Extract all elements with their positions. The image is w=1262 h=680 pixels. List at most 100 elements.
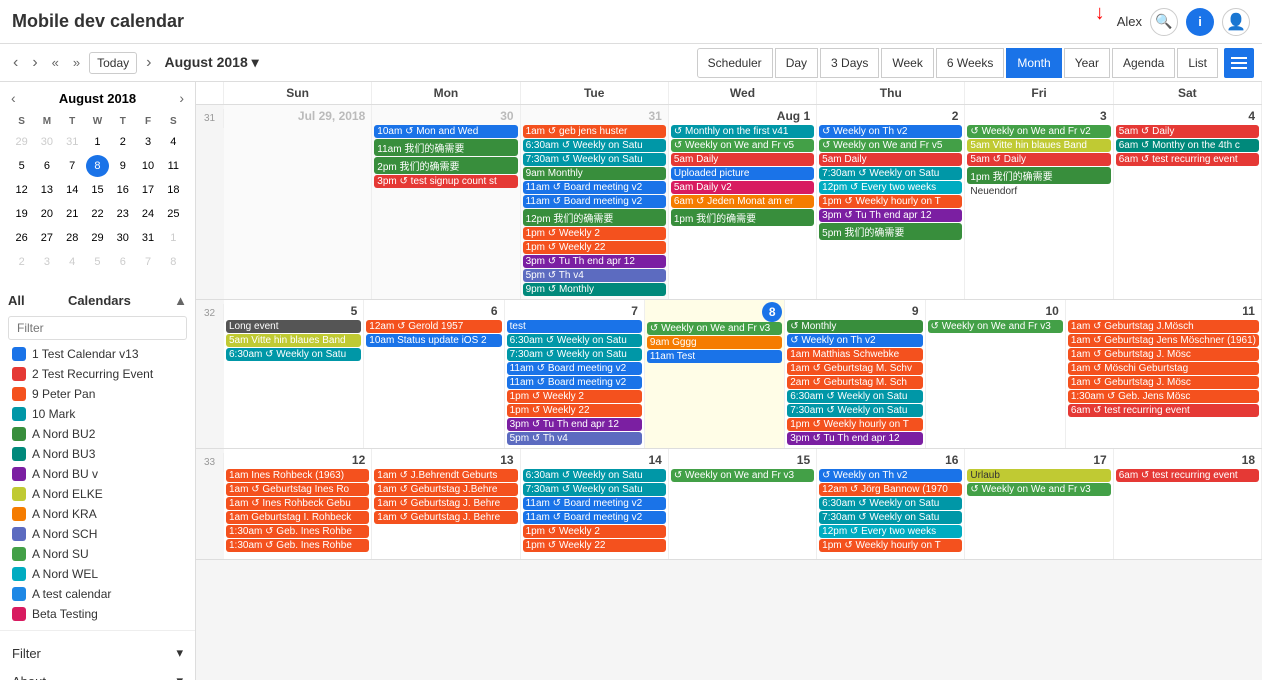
- event-item[interactable]: 1am Ines Rohbeck (1963): [226, 469, 369, 482]
- event-item[interactable]: 1pm ↺ Weekly hourly on T: [787, 418, 922, 431]
- event-item[interactable]: 1am ↺ J.Behrendt Geburts: [374, 469, 517, 482]
- calendars-collapse[interactable]: ▲: [174, 293, 187, 308]
- mini-day[interactable]: 8: [162, 251, 185, 273]
- day-cell-aug10[interactable]: 10 ↺ Weekly on We and Fr v3: [926, 300, 1066, 448]
- event-item[interactable]: Urlaub: [967, 469, 1110, 482]
- calendar-item-4[interactable]: 10 Mark: [8, 404, 187, 424]
- event-item[interactable]: 6am ↺ Monthy on the 4th c: [1116, 139, 1259, 152]
- event-item[interactable]: 7:30am ↺ Weekly on Satu: [787, 404, 922, 417]
- event-item[interactable]: ↺ Weekly on We and Fr v3: [671, 469, 814, 482]
- event-item[interactable]: 1am ↺ Geburtstag Ines Ro: [226, 483, 369, 496]
- event-item[interactable]: 6:30am ↺ Weekly on Satu: [819, 497, 962, 510]
- mini-day[interactable]: 1: [86, 131, 109, 153]
- mini-day[interactable]: 30: [35, 131, 58, 153]
- view-6weeks[interactable]: 6 Weeks: [936, 48, 1004, 78]
- event-item[interactable]: 12am ↺ Jörg Bannow (1970: [819, 483, 962, 496]
- calendar-item-8[interactable]: A Nord ELKE: [8, 484, 187, 504]
- day-cell-aug5[interactable]: 5 Long event 5am Vitte hin blaues Band 6…: [224, 300, 364, 448]
- calendar-item-6[interactable]: A Nord BU3: [8, 444, 187, 464]
- event-item[interactable]: 1pm ↺ Weekly hourly on T: [819, 539, 962, 552]
- day-cell-aug17[interactable]: 17 Urlaub ↺ Weekly on We and Fr v3: [965, 449, 1113, 559]
- event-item[interactable]: ↺ Weekly on Th v2: [787, 334, 922, 347]
- calendar-item-10[interactable]: A Nord SCH: [8, 524, 187, 544]
- event-item[interactable]: 7:30am ↺ Weekly on Satu: [523, 483, 666, 496]
- day-cell-aug14[interactable]: 14 6:30am ↺ Weekly on Satu 7:30am ↺ Week…: [521, 449, 669, 559]
- event-item[interactable]: 5am ↺ Daily: [1116, 125, 1259, 138]
- event-item[interactable]: 5pm ↺ Th v4: [523, 269, 666, 282]
- event-item[interactable]: 7:30am ↺ Weekly on Satu: [523, 153, 666, 166]
- event-item[interactable]: ↺ Weekly on We and Fr v3: [928, 320, 1063, 333]
- event-item[interactable]: 12pm ↺ Every two weeks: [819, 525, 962, 538]
- event-item[interactable]: 1am ↺ Geburtstag J.Behre: [374, 483, 517, 496]
- mini-day[interactable]: 12: [10, 179, 33, 201]
- event-item[interactable]: 3pm ↺ Tu Th end apr 12: [523, 255, 666, 268]
- double-next-btn[interactable]: »: [68, 53, 85, 72]
- mini-day[interactable]: 22: [86, 203, 109, 225]
- mini-day[interactable]: 5: [10, 155, 33, 177]
- event-item[interactable]: 6:30am ↺ Weekly on Satu: [787, 390, 922, 403]
- event-item[interactable]: 1am ↺ geb jens huster: [523, 125, 666, 138]
- event-item[interactable]: 12pm ↺ Every two weeks: [819, 181, 962, 194]
- event-item[interactable]: ↺ Weekly on We and Fr v3: [647, 322, 782, 335]
- mini-day[interactable]: 7: [136, 251, 159, 273]
- event-item[interactable]: 1am ↺ Ines Rohbeck Gebu: [226, 497, 369, 510]
- next-month-btn[interactable]: ›: [27, 52, 42, 74]
- event-item[interactable]: 5am Vitte hin blaues Band: [226, 334, 361, 347]
- calendar-item-3[interactable]: 9 Peter Pan: [8, 384, 187, 404]
- mini-day[interactable]: 6: [111, 251, 134, 273]
- mini-day[interactable]: 19: [10, 203, 33, 225]
- event-item[interactable]: 7:30am ↺ Weekly on Satu: [819, 167, 962, 180]
- event-item[interactable]: 5am Vitte hin blaues Band: [967, 139, 1110, 152]
- day-cell-aug16[interactable]: 16 ↺ Weekly on Th v2 12am ↺ Jörg Bannow …: [817, 449, 965, 559]
- day-cell-aug3[interactable]: 3 ↺ Weekly on We and Fr v2 5am Vitte hin…: [965, 105, 1113, 299]
- mini-day[interactable]: 27: [35, 227, 58, 249]
- event-item[interactable]: 5am Daily v2: [671, 181, 814, 194]
- event-item[interactable]: ↺ Weekly on We and Fr v5: [819, 139, 962, 152]
- mini-day[interactable]: 1: [162, 227, 185, 249]
- event-item[interactable]: 1pm ↺ Weekly 22: [523, 539, 666, 552]
- day-cell-aug4[interactable]: 4 5am ↺ Daily 6am ↺ Monthy on the 4th c …: [1114, 105, 1262, 299]
- event-item[interactable]: 1am ↺ Geburtstag M. Schv: [787, 362, 922, 375]
- calendar-item-13[interactable]: A test calendar: [8, 584, 187, 604]
- mini-day[interactable]: 18: [162, 179, 185, 201]
- day-cell-jul30[interactable]: 30 10am ↺ Mon and Wed 11am 我们的确需要 2pm 我们…: [372, 105, 520, 299]
- day-cell-aug6[interactable]: 6 12am ↺ Gerold 1957 10am Status update …: [364, 300, 504, 448]
- event-item[interactable]: 11am ↺ Board meeting v2: [523, 497, 666, 510]
- event-item[interactable]: 6am ↺ Jeden Monat am er: [671, 195, 814, 208]
- event-item[interactable]: 1am ↺ Geburtstag J. Mösc: [1068, 348, 1259, 361]
- event-item[interactable]: 7:30am ↺ Weekly on Satu: [507, 348, 642, 361]
- mini-day[interactable]: 31: [136, 227, 159, 249]
- event-item[interactable]: 12pm 我们的确需要: [523, 209, 666, 226]
- event-item[interactable]: ↺ Monthly on the first v41: [671, 125, 814, 138]
- event-item[interactable]: 1:30am ↺ Geb. Jens Mösc: [1068, 390, 1259, 403]
- event-item[interactable]: 1pm ↺ Weekly hourly on T: [819, 195, 962, 208]
- event-item[interactable]: 1:30am ↺ Geb. Ines Rohbe: [226, 539, 369, 552]
- day-cell-aug15[interactable]: 15 ↺ Weekly on We and Fr v3: [669, 449, 817, 559]
- mini-day[interactable]: 7: [61, 155, 84, 177]
- day-cell-aug8[interactable]: 8 ↺ Weekly on We and Fr v3 9am Gggg 11am…: [645, 300, 785, 448]
- day-cell-jul29[interactable]: Jul 29, 2018: [224, 105, 372, 299]
- event-item[interactable]: 5am Daily: [671, 153, 814, 166]
- mini-day[interactable]: 29: [10, 131, 33, 153]
- event-item[interactable]: 5pm ↺ Th v4: [507, 432, 642, 445]
- view-week[interactable]: Week: [881, 48, 933, 78]
- mini-day[interactable]: 23: [111, 203, 134, 225]
- event-item[interactable]: 5am Daily: [819, 153, 962, 166]
- mini-day[interactable]: 31: [61, 131, 84, 153]
- day-cell-aug2[interactable]: 2 ↺ Weekly on Th v2 ↺ Weekly on We and F…: [817, 105, 965, 299]
- event-item[interactable]: 1pm ↺ Weekly 22: [507, 404, 642, 417]
- mini-day[interactable]: 9: [111, 155, 134, 177]
- event-item[interactable]: 1am ↺ Geburtstag J. Behre: [374, 511, 517, 524]
- mini-day[interactable]: 14: [61, 179, 84, 201]
- day-cell-aug18[interactable]: 18 6am ↺ test recurring event: [1114, 449, 1262, 559]
- event-item[interactable]: 1am ↺ Geburtstag J. Mösc: [1068, 376, 1259, 389]
- event-item[interactable]: 11am ↺ Board meeting v2: [507, 376, 642, 389]
- event-item[interactable]: 11am ↺ Board meeting v2: [507, 362, 642, 375]
- view-month[interactable]: Month: [1006, 48, 1061, 78]
- event-item[interactable]: 1:30am ↺ Geb. Ines Rohbe: [226, 525, 369, 538]
- event-item[interactable]: 12am ↺ Gerold 1957: [366, 320, 501, 333]
- event-item[interactable]: 3pm ↺ Tu Th end apr 12: [507, 418, 642, 431]
- day-cell-aug7[interactable]: 7 test 6:30am ↺ Weekly on Satu 7:30am ↺ …: [505, 300, 645, 448]
- long-event-banner[interactable]: Long event: [226, 320, 361, 333]
- event-item[interactable]: 11am ↺ Board meeting v2: [523, 181, 666, 194]
